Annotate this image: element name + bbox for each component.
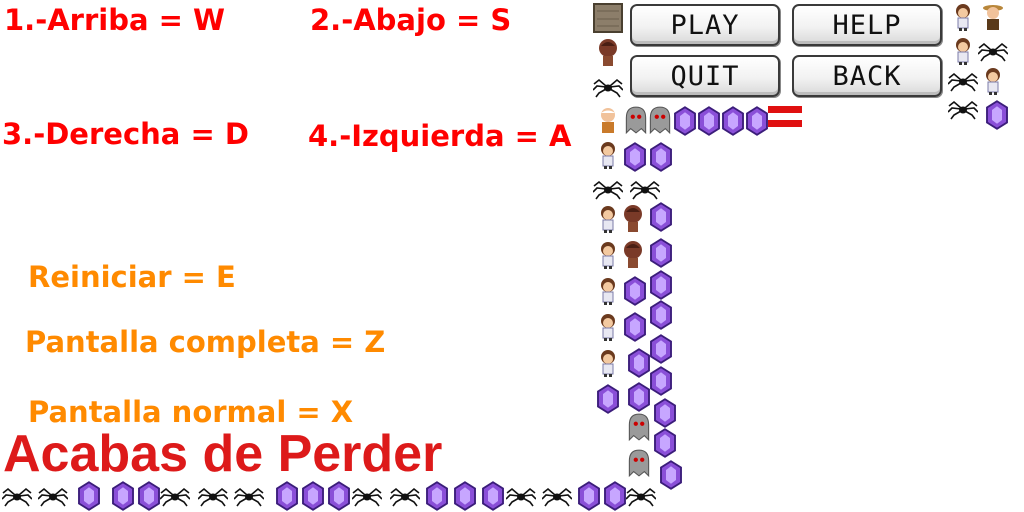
- brown-creature-icon: [593, 38, 623, 68]
- spider-icon: [593, 174, 623, 204]
- girl-icon: [948, 2, 978, 32]
- game-over-message: Acabas de Perder: [3, 425, 443, 483]
- flag-icon: [768, 104, 802, 130]
- girl-icon: [593, 140, 623, 170]
- fullscreen-key-text: Pantalla completa = Z: [25, 325, 386, 359]
- gem-icon: [646, 300, 676, 330]
- restart-key-text: Reiniciar = E: [28, 260, 236, 294]
- gem-icon: [324, 481, 354, 511]
- spider-icon: [198, 481, 228, 511]
- gem-icon: [593, 384, 623, 414]
- gem-icon: [650, 398, 680, 428]
- gem-icon: [656, 460, 686, 490]
- control-left-text: 4.-Izquierda = A: [308, 119, 572, 153]
- spider-icon: [948, 94, 978, 124]
- old-man-icon: [593, 105, 623, 135]
- normal-screen-key-text: Pantalla normal = X: [28, 395, 354, 429]
- brown-creature-icon: [618, 240, 648, 270]
- spider-icon: [506, 481, 536, 511]
- spider-icon: [630, 174, 660, 204]
- spider-icon: [626, 481, 656, 511]
- ghost-icon: [624, 448, 654, 478]
- girl-icon: [948, 36, 978, 66]
- back-button[interactable]: BACK: [792, 55, 942, 97]
- control-up-text: 1.-Arriba = W: [4, 3, 226, 37]
- spider-icon: [948, 66, 978, 96]
- girl-icon: [593, 276, 623, 306]
- spider-icon: [978, 36, 1008, 66]
- quit-button[interactable]: QUIT: [630, 55, 780, 97]
- spider-icon: [593, 72, 623, 102]
- gem-icon: [478, 481, 508, 511]
- girl-icon: [593, 348, 623, 378]
- gem-icon: [450, 481, 480, 511]
- brown-creature-icon: [618, 204, 648, 234]
- explorer-icon: [978, 2, 1008, 32]
- gem-icon: [422, 481, 452, 511]
- spider-icon: [542, 481, 572, 511]
- gem-icon: [646, 202, 676, 232]
- spider-icon: [390, 481, 420, 511]
- gem-icon: [982, 100, 1012, 130]
- spider-icon: [234, 481, 264, 511]
- control-right-text: 3.-Derecha = D: [2, 117, 249, 151]
- spider-icon: [352, 481, 382, 511]
- spider-icon: [160, 481, 190, 511]
- spider-icon: [38, 481, 68, 511]
- stone-block-icon: [593, 3, 623, 33]
- play-button[interactable]: PLAY: [630, 4, 780, 46]
- gem-icon: [646, 238, 676, 268]
- gem-icon: [74, 481, 104, 511]
- gem-icon: [646, 270, 676, 300]
- girl-icon: [593, 312, 623, 342]
- girl-icon: [978, 66, 1008, 96]
- help-button[interactable]: HELP: [792, 4, 942, 46]
- gem-icon: [742, 106, 772, 136]
- control-down-text: 2.-Abajo = S: [310, 3, 512, 37]
- spider-icon: [2, 481, 32, 511]
- gem-icon: [650, 428, 680, 458]
- gem-icon: [646, 142, 676, 172]
